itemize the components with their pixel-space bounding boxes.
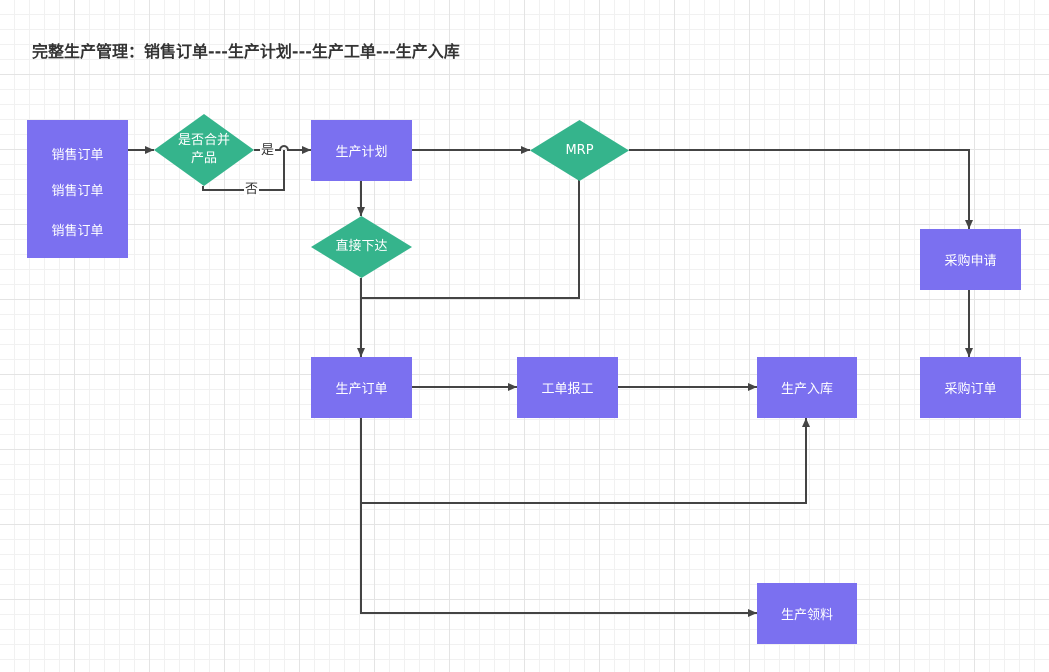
edge-order-to-receipt	[360, 417, 810, 504]
production-plan-node[interactable]: 生产计划	[311, 120, 412, 181]
edge-order-to-material-issue	[360, 503, 757, 617]
merge-decision-label: 是否合并 产品	[178, 132, 230, 168]
edge-label-no: 否	[244, 182, 260, 197]
purchase-request-node[interactable]: 采购申请	[920, 229, 1021, 290]
production-order-node[interactable]: 生产订单	[311, 357, 412, 418]
direct-issue-label: 直接下达	[335, 239, 388, 254]
sales-orders-node[interactable]: 销售订单 销售订单 销售订单	[27, 120, 128, 258]
production-receipt-node[interactable]: 生产入库	[757, 357, 857, 418]
connector-layer	[128, 145, 973, 617]
edge-label-yes: 是	[260, 143, 276, 158]
sales-order-label: 销售订单	[51, 224, 104, 239]
merge-decision-line-2: 产品	[190, 151, 217, 166]
sales-order-label: 销售订单	[51, 184, 104, 199]
material-issue-node[interactable]: 生产领料	[757, 583, 857, 644]
merge-decision-line-1: 是否合并	[177, 133, 230, 148]
sales-order-label: 销售订单	[51, 148, 104, 163]
mrp-label: MRP	[565, 142, 594, 158]
purchase-order-node[interactable]: 采购订单	[920, 357, 1021, 418]
edge-mrp-to-purchase-request	[629, 149, 973, 229]
mrp-decision-node[interactable]: MRP	[530, 120, 629, 181]
work-report-node[interactable]: 工单报工	[517, 357, 618, 418]
merge-decision-node[interactable]: 是否合并 产品	[154, 114, 254, 186]
direct-issue-node[interactable]: 直接下达	[311, 216, 412, 278]
